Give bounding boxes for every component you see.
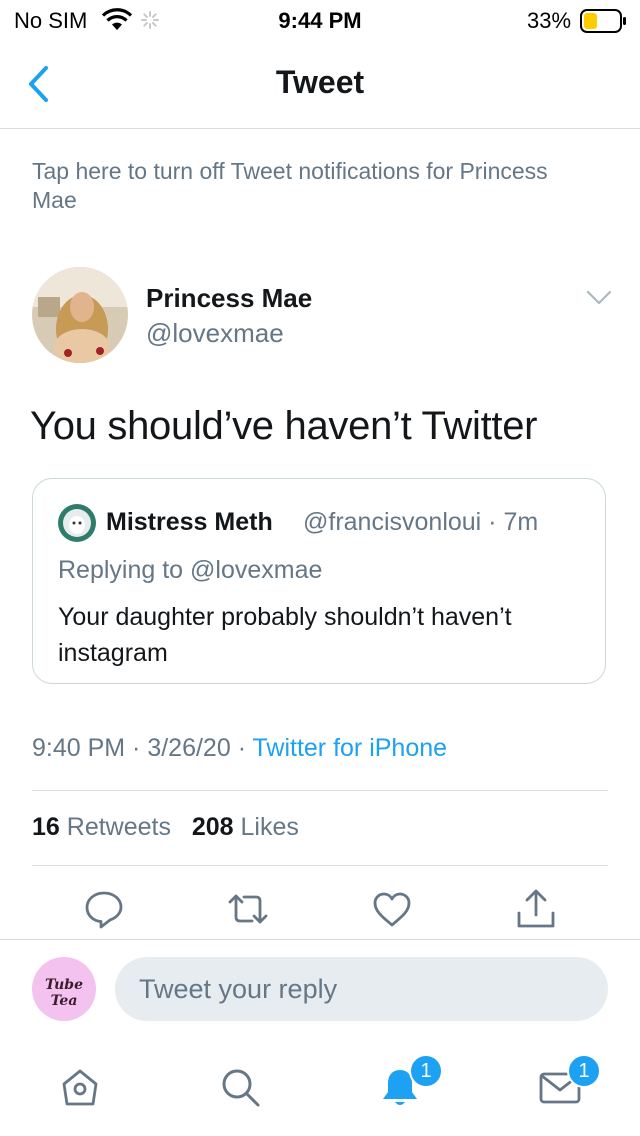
quoted-tweet-text: Your daughter probably shouldn’t haven’t… — [58, 603, 512, 667]
notification-toggle-link[interactable]: Tap here to turn off Tweet notifications… — [32, 157, 592, 215]
messages-badge: 1 — [567, 1054, 601, 1088]
tweet-text: You should’ve haven’t Twitter — [30, 404, 538, 448]
likes-count: 208 — [191, 813, 234, 841]
tweet-stats: 16 Retweets 208 Likes — [32, 813, 299, 842]
notifications-badge: 1 — [409, 1054, 443, 1088]
author-avatar[interactable] — [32, 267, 128, 363]
status-bar: No SIM 9:44 PM 33% — [0, 0, 640, 40]
tweet-time: 9:40 PM — [32, 734, 126, 762]
like-icon[interactable] — [370, 887, 414, 931]
quoted-author-name: Mistress Meth — [106, 508, 273, 536]
reply-input[interactable] — [115, 957, 608, 1021]
actions-divider — [0, 939, 640, 940]
battery-percent: 33% — [527, 8, 572, 33]
reply-icon[interactable] — [82, 887, 126, 931]
quoted-replying-to: Replying to @lovexmae — [58, 556, 323, 584]
search-icon[interactable] — [216, 1062, 264, 1112]
author-handle[interactable]: @lovexmae — [146, 318, 284, 349]
battery-icon — [580, 9, 626, 33]
share-icon[interactable] — [514, 887, 558, 931]
likes-stat[interactable]: 208 Likes — [192, 813, 299, 841]
current-user-avatar[interactable]: Tube Tea — [32, 957, 96, 1021]
tweet-meta: 9:40 PM · 3/26/20 · Twitter for iPhone — [32, 734, 447, 763]
avatar-text: Tube Tea — [44, 977, 83, 1009]
retweets-count: 16 — [32, 813, 60, 841]
stats-divider — [32, 865, 608, 866]
meta-separator: · — [230, 734, 253, 762]
retweets-stat[interactable]: 16 Retweets — [32, 813, 171, 841]
quoted-author-avatar — [58, 504, 96, 542]
likes-label: Likes — [233, 813, 299, 841]
home-icon[interactable] — [56, 1062, 104, 1112]
retweet-icon[interactable] — [226, 887, 270, 931]
header-divider — [0, 128, 640, 129]
tweet-source-link[interactable]: Twitter for iPhone — [253, 734, 448, 762]
author-name[interactable]: Princess Mae — [146, 283, 312, 314]
quoted-meta: @francisvonloui · 7m — [303, 508, 539, 536]
chevron-down-icon[interactable] — [586, 289, 612, 307]
tweet-date: 3/26/20 — [147, 734, 231, 762]
page-title: Tweet — [275, 64, 365, 100]
meta-divider — [32, 790, 608, 791]
meta-separator: · — [125, 734, 148, 762]
retweets-label: Retweets — [59, 813, 171, 841]
